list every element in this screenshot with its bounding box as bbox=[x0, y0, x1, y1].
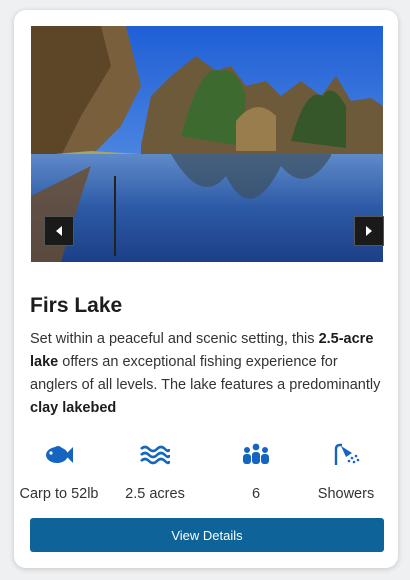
chevron-left-icon bbox=[56, 226, 62, 236]
lake-title: Firs Lake bbox=[30, 294, 123, 317]
lake-description: Set within a peaceful and scenic setting… bbox=[30, 331, 381, 416]
lake-card: Firs Lake Set within a peaceful and scen… bbox=[14, 10, 398, 568]
view-details-button[interactable]: View Details bbox=[30, 518, 384, 552]
feature-fish: Carp to 52lb bbox=[14, 438, 104, 502]
feature-swims: 6 bbox=[211, 438, 301, 502]
chevron-right-icon bbox=[366, 226, 372, 236]
feature-showers: Showers bbox=[301, 438, 391, 502]
lake-photo bbox=[31, 26, 383, 262]
next-image-button[interactable] bbox=[354, 216, 384, 246]
waves-icon bbox=[140, 445, 170, 465]
shower-icon bbox=[334, 443, 360, 465]
feature-size: 2.5 acres bbox=[110, 438, 200, 502]
prev-image-button[interactable] bbox=[44, 216, 74, 246]
fish-icon bbox=[46, 446, 73, 463]
people-icon bbox=[243, 443, 269, 464]
